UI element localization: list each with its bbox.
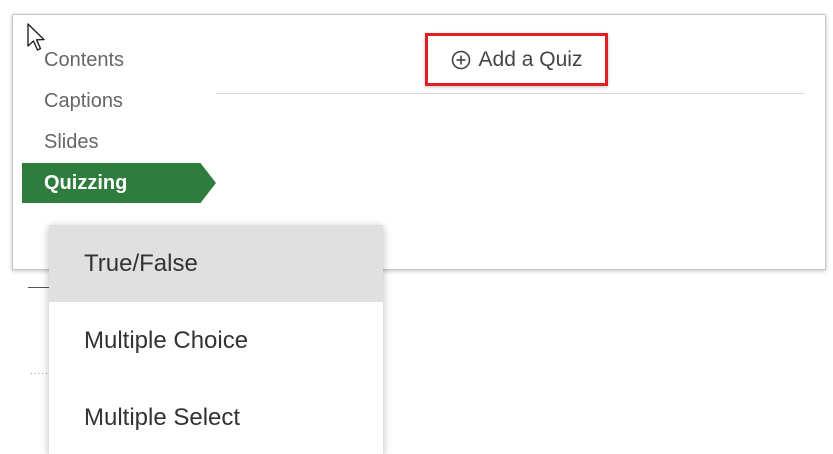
menu-item-multiple-choice[interactable]: Multiple Choice: [49, 302, 383, 379]
nav-item-contents[interactable]: Contents: [22, 40, 212, 81]
sidebar-nav: Contents Captions Slides Quizzing: [22, 40, 216, 203]
add-quiz-button[interactable]: Add a Quiz: [425, 33, 608, 86]
quiz-type-dropdown: True/False Multiple Choice Multiple Sele…: [49, 225, 383, 454]
menu-item-true-false[interactable]: True/False: [49, 225, 383, 302]
plus-circle-icon: [451, 50, 470, 69]
header-divider: [216, 93, 804, 94]
add-quiz-label: Add a Quiz: [478, 47, 583, 71]
nav-item-slides[interactable]: Slides: [22, 122, 212, 163]
menu-item-multiple-select[interactable]: Multiple Select: [49, 379, 383, 454]
nav-item-quizzing[interactable]: Quizzing: [22, 163, 216, 203]
divider-line: [28, 287, 50, 288]
nav-item-captions[interactable]: Captions: [22, 81, 212, 122]
screen: Contents Captions Slides Quizzing Add a …: [0, 0, 833, 454]
mouse-pointer-icon: [27, 23, 45, 51]
